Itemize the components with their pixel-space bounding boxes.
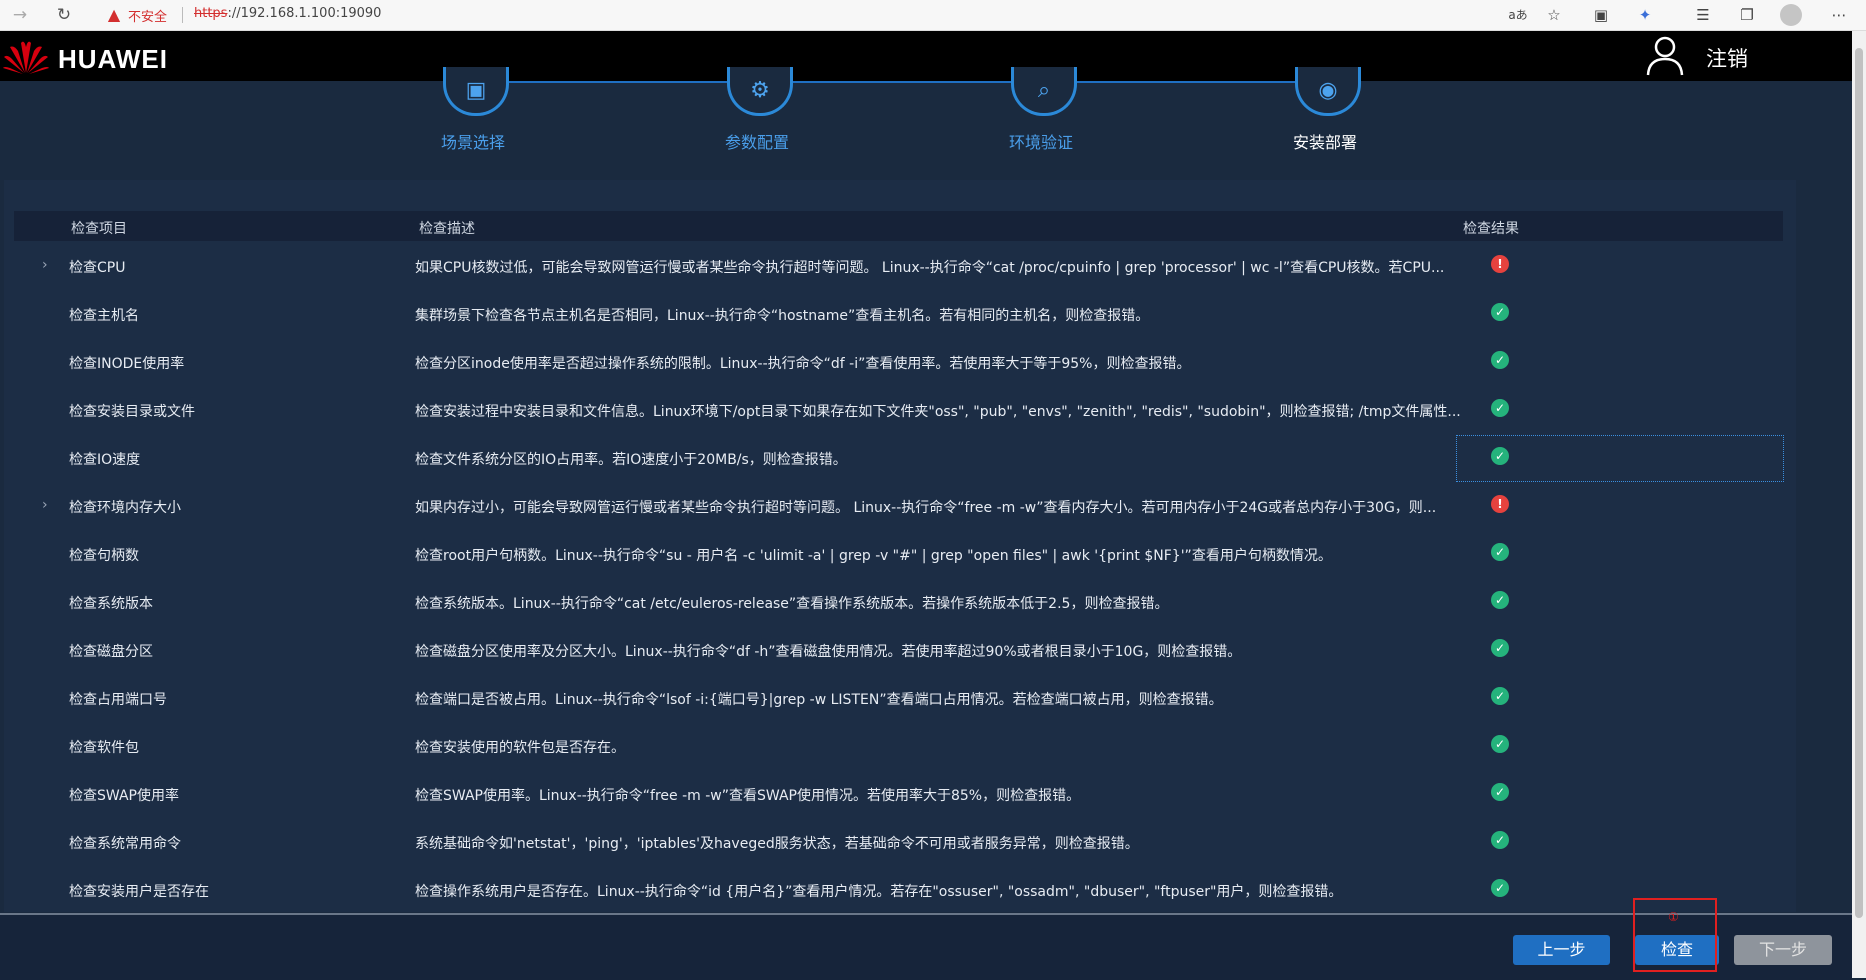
- column-header-result: 检查结果: [1463, 221, 1519, 237]
- collections-icon[interactable]: ❐: [1734, 3, 1760, 27]
- brand-name: HUAWEI: [58, 44, 168, 74]
- check-item-description: 检查分区inode使用率是否超过操作系统的限制。Linux--执行命令“df -…: [415, 356, 1191, 372]
- url-scheme: https: [194, 6, 228, 21]
- step-label: 场景选择: [440, 133, 505, 152]
- expand-chevron-icon[interactable]: ›: [42, 497, 48, 513]
- url-host: ://192.168.1.100:19090: [227, 6, 382, 21]
- check-item-description: 检查SWAP使用率。Linux--执行命令“free -m -w”查看SWAP使…: [415, 788, 1081, 804]
- favorites-icon[interactable]: ☰: [1690, 3, 1716, 27]
- error-alert-icon: !: [1491, 255, 1509, 273]
- annotation-number: ①: [1668, 910, 1679, 924]
- pass-check-icon: ✓: [1491, 687, 1509, 705]
- column-header-name: 检查项目: [71, 221, 127, 237]
- check-item-name: 检查软件包: [69, 740, 139, 756]
- favorite-star-icon[interactable]: ☆: [1541, 3, 1567, 27]
- check-item-name: 检查INODE使用率: [69, 356, 185, 372]
- table-row[interactable]: 检查主机名 集群场景下检查各节点主机名是否相同，Linux--执行命令“hostn…: [14, 291, 1783, 339]
- pass-check-icon: ✓: [1491, 543, 1509, 561]
- table-row[interactable]: 检查安装用户是否存在 检查操作系统用户是否存在。Linux--执行命令“id {用…: [14, 867, 1783, 915]
- extension-icon[interactable]: ▣: [1588, 3, 1614, 27]
- next-step-button[interactable]: 下一步: [1734, 935, 1832, 965]
- check-item-name: 检查句柄数: [69, 548, 139, 564]
- check-item-description: 集群场景下检查各节点主机名是否相同，Linux--执行命令“hostname”查…: [415, 308, 1150, 324]
- check-item-name: 检查SWAP使用率: [69, 788, 179, 804]
- table-row[interactable]: › 检查环境内存大小 如果内存过小，可能会导致网管运行慢或者某些命令执行超时等问题。…: [14, 483, 1783, 531]
- table-row[interactable]: › 检查CPU 如果CPU核数过低，可能会导致网管运行慢或者某些命令执行超时等问题。…: [14, 243, 1783, 291]
- check-item-description: 检查root用户句柄数。Linux--执行命令“su - 用户名 -c 'uli…: [415, 548, 1332, 564]
- check-item-name: 检查系统版本: [69, 596, 153, 612]
- pass-check-icon: ✓: [1491, 303, 1509, 321]
- security-label[interactable]: 不安全: [128, 6, 167, 25]
- logout-link[interactable]: 注销: [1706, 43, 1748, 73]
- check-item-name: 检查安装目录或文件: [69, 404, 195, 420]
- table-row[interactable]: 检查SWAP使用率 检查SWAP使用率。Linux--执行命令“free -m -…: [14, 771, 1783, 819]
- user-icon[interactable]: [1645, 33, 1685, 77]
- inspect-icon: ⌕: [1011, 67, 1077, 116]
- extension-2-icon[interactable]: ✦: [1632, 3, 1658, 27]
- expand-chevron-icon[interactable]: ›: [42, 257, 48, 273]
- pass-check-icon: ✓: [1491, 639, 1509, 657]
- pass-check-icon: ✓: [1491, 399, 1509, 417]
- huawei-logo-icon: [3, 41, 49, 74]
- table-row[interactable]: 检查占用端口号 检查端口是否被占用。Linux--执行命令“lsof -i:{端口…: [14, 675, 1783, 723]
- check-item-description: 检查磁盘分区使用率及分区大小。Linux--执行命令“df -h”查看磁盘使用情…: [415, 644, 1242, 660]
- check-item-name: 检查IO速度: [69, 452, 141, 468]
- pass-check-icon: ✓: [1491, 783, 1509, 801]
- table-row[interactable]: 检查安装目录或文件 检查安装过程中安装目录和文件信息。Linux环境下/opt目录…: [14, 387, 1783, 435]
- scrollbar-thumb[interactable]: [1855, 48, 1863, 918]
- browser-toolbar: → ↻ ▲ 不安全 https://192.168.1.100:19090 aあ…: [0, 0, 1866, 31]
- check-item-name: 检查系统常用命令: [69, 836, 181, 852]
- table-row[interactable]: 检查系统常用命令 系统基础命令如'netstat'，'ping'，'iptable…: [14, 819, 1783, 867]
- step-label: 安装部署: [1292, 133, 1357, 152]
- check-item-description: 系统基础命令如'netstat'，'ping'，'iptables'及haveg…: [415, 836, 1139, 852]
- check-item-name: 检查占用端口号: [69, 692, 167, 708]
- check-item-description: 检查系统版本。Linux--执行命令“cat /etc/euleros-rele…: [415, 596, 1169, 612]
- check-item-description: 检查端口是否被占用。Linux--执行命令“lsof -i:{端口号}|grep…: [415, 692, 1223, 708]
- check-item-description: 如果CPU核数过低，可能会导致网管运行慢或者某些命令执行超时等问题。 Linux…: [415, 260, 1445, 276]
- check-item-name: 检查CPU: [69, 260, 126, 276]
- read-aloud-icon[interactable]: aあ: [1505, 3, 1531, 27]
- check-item-name: 检查环境内存大小: [69, 500, 181, 516]
- app-header: HUAWEI 注销: [0, 31, 1852, 81]
- check-item-description: 如果内存过小，可能会导致网管运行慢或者某些命令执行超时等问题。 Linux--执…: [415, 500, 1437, 516]
- table-row[interactable]: 检查磁盘分区 检查磁盘分区使用率及分区大小。Linux--执行命令“df -h”查…: [14, 627, 1783, 675]
- pass-check-icon: ✓: [1491, 735, 1509, 753]
- table-row[interactable]: 检查软件包 检查安装使用的软件包是否存在。 ✓: [14, 723, 1783, 771]
- column-header-desc: 检查描述: [419, 221, 475, 237]
- check-item-name: 检查磁盘分区: [69, 644, 153, 660]
- settings-gear-icon: ⚙: [727, 67, 793, 116]
- address-bar[interactable]: https://192.168.1.100:19090: [194, 6, 381, 21]
- check-item-description: 检查操作系统用户是否存在。Linux--执行命令“id {用户名}”查看用户情况…: [415, 884, 1343, 900]
- focused-cell: [1456, 435, 1784, 482]
- divider: [182, 7, 183, 23]
- pass-check-icon: ✓: [1491, 351, 1509, 369]
- warning-icon[interactable]: ▲: [104, 5, 124, 25]
- table-row[interactable]: 检查INODE使用率 检查分区inode使用率是否超过操作系统的限制。Linux-…: [14, 339, 1783, 387]
- profile-avatar[interactable]: [1780, 4, 1802, 26]
- scene-select-icon: ▣: [443, 67, 509, 116]
- error-alert-icon: !: [1491, 495, 1509, 513]
- steps-progress-line: [473, 81, 1328, 83]
- back-icon[interactable]: →: [8, 4, 32, 26]
- table-row[interactable]: 检查句柄数 检查root用户句柄数。Linux--执行命令“su - 用户名 -c…: [14, 531, 1783, 579]
- check-item-description: 检查安装使用的软件包是否存在。: [415, 740, 625, 756]
- more-icon[interactable]: ⋯: [1826, 3, 1852, 27]
- reload-icon[interactable]: ↻: [52, 4, 76, 26]
- prev-step-button[interactable]: 上一步: [1513, 935, 1610, 965]
- pass-check-icon: ✓: [1491, 591, 1509, 609]
- check-item-description: 检查安装过程中安装目录和文件信息。Linux环境下/opt目录下如果存在如下文件…: [415, 404, 1461, 420]
- step-label: 参数配置: [724, 133, 789, 152]
- pass-check-icon: ✓: [1491, 831, 1509, 849]
- deploy-icon: ◉: [1295, 67, 1361, 116]
- table-header: 检查项目 检查描述 检查结果: [14, 211, 1783, 241]
- step-label: 环境验证: [1008, 133, 1073, 152]
- check-item-name: 检查主机名: [69, 308, 139, 324]
- pass-check-icon: ✓: [1491, 879, 1509, 897]
- check-item-name: 检查安装用户是否存在: [69, 884, 209, 900]
- table-row[interactable]: 检查系统版本 检查系统版本。Linux--执行命令“cat /etc/eulero…: [14, 579, 1783, 627]
- check-item-description: 检查文件系统分区的IO占用率。若IO速度小于20MB/s，则检查报错。: [415, 452, 847, 468]
